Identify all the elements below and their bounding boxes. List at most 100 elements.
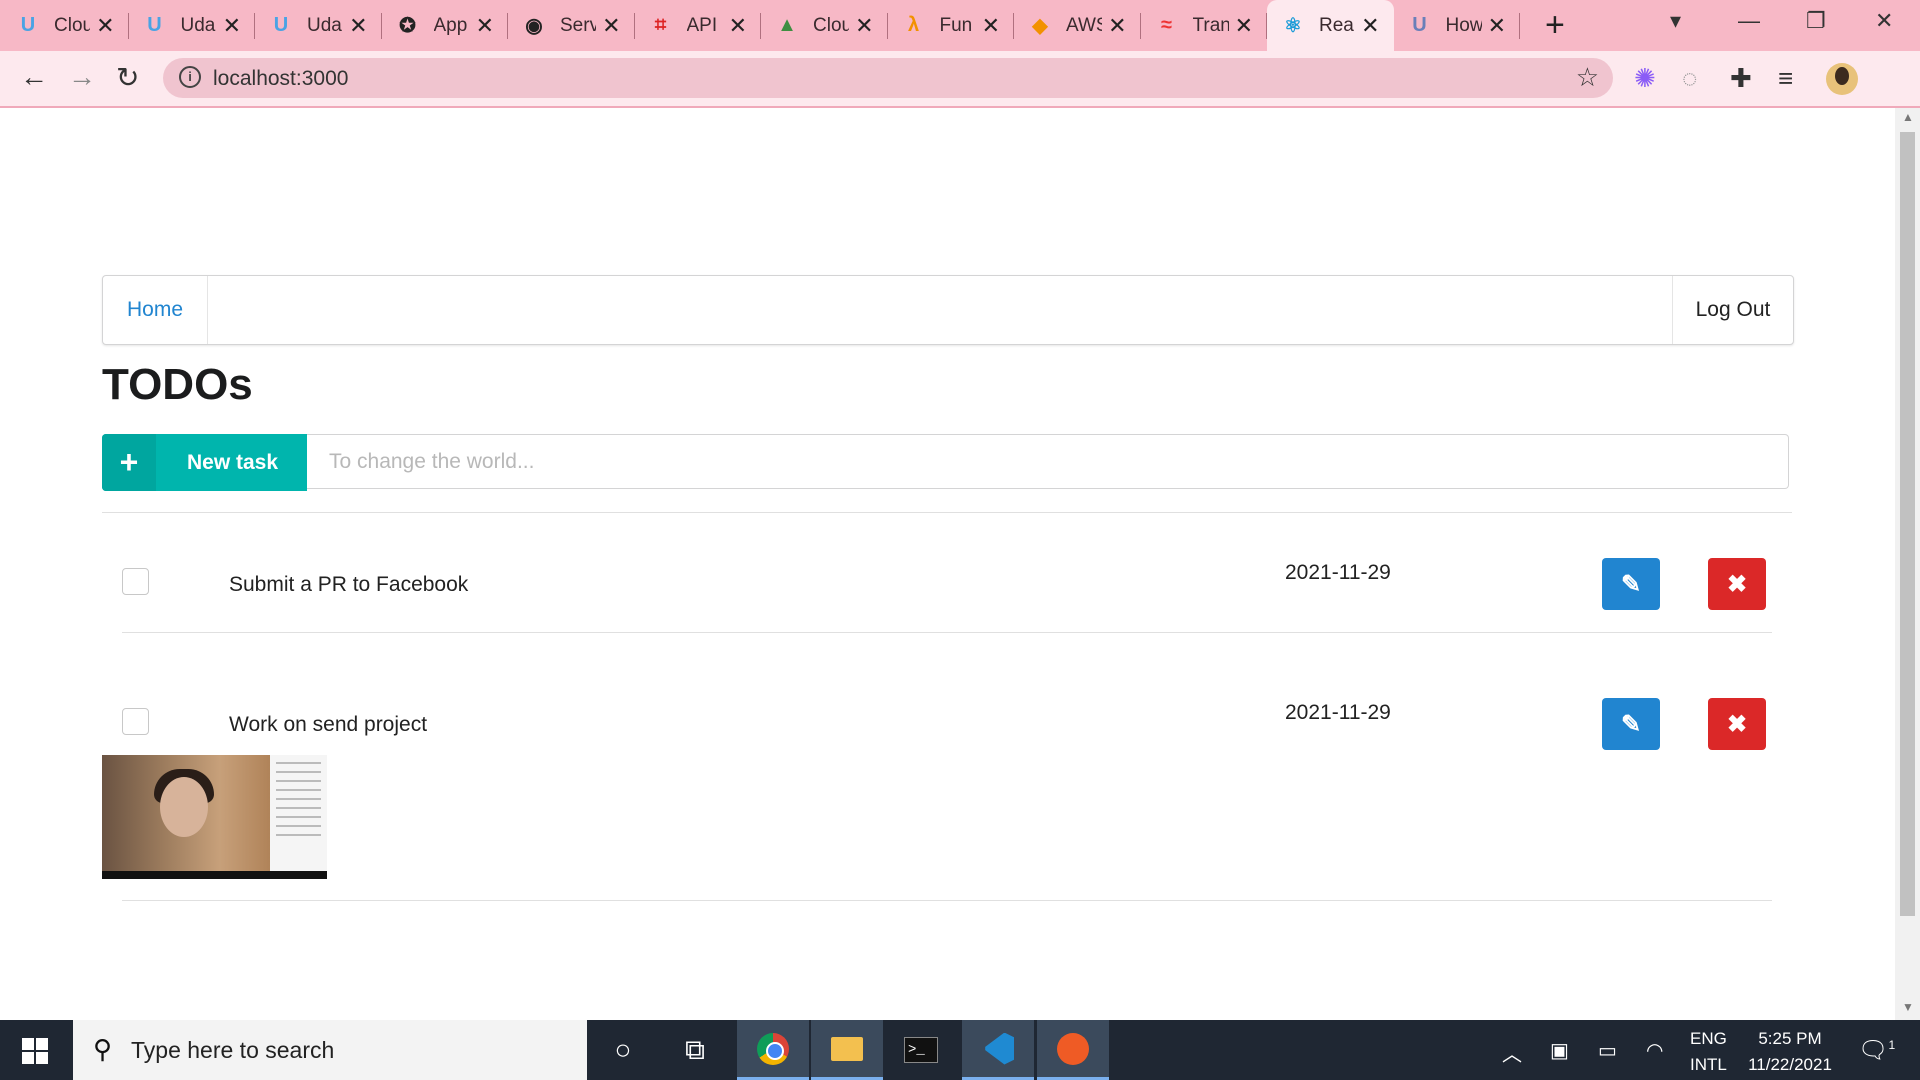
task-view-icon[interactable]: ⧉ [659, 1020, 731, 1080]
postman-icon[interactable] [1037, 1020, 1109, 1080]
puzzle-extensions-icon[interactable]: ✚ [1730, 63, 1752, 94]
browser-tab[interactable]: λ Fun ✕ [888, 0, 1014, 51]
tab-close-icon[interactable]: ✕ [349, 13, 367, 39]
app-icon: ✪ [399, 15, 416, 37]
extension-icon[interactable]: ◌ [1682, 63, 1697, 94]
todo-checkbox[interactable] [122, 708, 149, 735]
tab-title: Clou [54, 14, 90, 36]
notification-count: 1 [1888, 1038, 1896, 1052]
clock-time: 5:25 PM [1758, 1029, 1822, 1048]
browser-tab[interactable]: ◆ AWS ✕ [1014, 0, 1141, 51]
tab-close-icon[interactable]: ✕ [1108, 13, 1126, 39]
wifi-icon[interactable]: ◠ [1646, 1038, 1663, 1063]
page-title: TODOs [102, 360, 253, 409]
bookmark-star-icon[interactable]: ☆ [1576, 62, 1599, 93]
row-divider [122, 632, 1772, 633]
new-tab-button[interactable]: + [1545, 6, 1565, 45]
browser-tab[interactable]: U How ✕ [1394, 0, 1520, 51]
lang-code: ENG [1690, 1029, 1727, 1048]
transfer-icon: ≈ [1161, 14, 1172, 36]
address-bar[interactable]: i localhost:3000 ☆ [163, 58, 1613, 98]
clock-date: 11/22/2021 [1748, 1055, 1832, 1074]
back-icon[interactable]: ← [20, 61, 48, 93]
meet-now-icon[interactable]: ▣ [1550, 1038, 1569, 1063]
new-task-input[interactable] [307, 434, 1789, 489]
reload-icon[interactable]: ↻ [116, 61, 139, 94]
udacity-icon: U [147, 14, 162, 36]
lambda-icon: λ [907, 14, 920, 36]
tab-close-icon[interactable]: ✕ [223, 13, 241, 39]
browser-tab[interactable]: U Uda ✕ [255, 0, 382, 51]
new-task-button[interactable]: + New task [102, 434, 307, 491]
minimize-icon[interactable]: — [1738, 8, 1760, 34]
vscode-icon[interactable] [962, 1020, 1034, 1080]
pencil-icon: ✎ [1620, 570, 1642, 598]
tab-close-icon[interactable]: ✕ [855, 13, 873, 39]
clock[interactable]: 5:25 PM 11/22/2021 [1740, 1026, 1840, 1078]
udacity-icon: U [273, 14, 289, 36]
file-explorer-icon[interactable] [811, 1020, 883, 1080]
tab-close-icon[interactable]: ✕ [476, 13, 494, 39]
taskbar-search-input[interactable]: ⚲ Type here to search [73, 1020, 587, 1080]
tab-close-icon[interactable]: ✕ [602, 13, 620, 39]
tab-title: Clou [813, 14, 849, 36]
close-icon: ✖ [1726, 570, 1748, 598]
tab-close-icon[interactable]: ✕ [96, 13, 114, 39]
edit-button[interactable]: ✎ [1602, 558, 1660, 610]
api-icon: ⌗ [654, 14, 667, 36]
search-icon: ⚲ [93, 1034, 113, 1064]
tab-close-icon[interactable]: ✕ [729, 13, 747, 39]
cortana-icon[interactable]: ○ [587, 1020, 659, 1080]
scroll-down-icon[interactable]: ▼ [1902, 1000, 1914, 1014]
tab-close-icon[interactable]: ✕ [1361, 13, 1379, 39]
scrollbar-thumb[interactable] [1900, 132, 1915, 916]
delete-button[interactable]: ✖ [1708, 698, 1766, 750]
forward-icon[interactable]: → [68, 61, 96, 93]
tab-title: Tran [1192, 14, 1229, 36]
aws-box-icon: ◆ [1032, 15, 1048, 37]
home-link[interactable]: Home [103, 276, 208, 344]
avatar[interactable] [1826, 63, 1858, 95]
browser-tab[interactable]: U Uda ✕ [129, 0, 255, 51]
close-window-icon[interactable]: ✕ [1875, 8, 1893, 34]
notification-icon[interactable]: 🗨1 [1858, 1036, 1895, 1065]
language-indicator[interactable]: ENG INTL [1690, 1026, 1727, 1078]
tab-title: AWS [1066, 14, 1102, 36]
browser-tab[interactable]: ◉ Serv ✕ [508, 0, 635, 51]
browser-tab[interactable]: ⚛ Rea ✕ [1267, 0, 1394, 51]
browser-tab[interactable]: ✪ App ✕ [382, 0, 508, 51]
edit-button[interactable]: ✎ [1602, 698, 1660, 750]
scroll-up-icon[interactable]: ▲ [1902, 110, 1914, 124]
battery-icon[interactable]: ▭ [1598, 1038, 1617, 1063]
windows-start-icon[interactable] [22, 1038, 48, 1064]
media-control-icon[interactable]: ≡ [1778, 63, 1793, 94]
logout-button[interactable]: Log Out [1672, 276, 1793, 344]
todo-due-date: 2021-11-29 [1285, 561, 1391, 584]
url-text[interactable]: localhost:3000 [213, 67, 348, 91]
restore-icon[interactable]: ❐ [1806, 8, 1826, 34]
tab-close-icon[interactable]: ✕ [1235, 13, 1253, 39]
new-task-label: New task [187, 451, 279, 474]
browser-tab[interactable]: ≈ Tran ✕ [1141, 0, 1267, 51]
extension-icon[interactable]: ✺ [1634, 63, 1656, 94]
taskbar-search-placeholder: Type here to search [131, 1037, 335, 1063]
tab-search-icon[interactable]: ▾ [1670, 8, 1681, 34]
todo-name: Submit a PR to Facebook [229, 573, 469, 596]
todo-checkbox[interactable] [122, 568, 149, 595]
tray-chevron-icon[interactable]: ︿ [1502, 1038, 1522, 1067]
udacity-icon: U [20, 14, 36, 36]
browser-tab[interactable]: ▲ Clou ✕ [761, 0, 888, 51]
tab-close-icon[interactable]: ✕ [982, 13, 1000, 39]
tab-close-icon[interactable]: ✕ [1488, 13, 1506, 39]
tab-title: API [686, 14, 718, 36]
cloud-icon: ▲ [777, 14, 797, 36]
tab-title: Rea [1319, 14, 1354, 36]
browser-tab[interactable]: U Clou ✕ [2, 0, 129, 51]
browser-tab[interactable]: ⌗ API ✕ [635, 0, 761, 51]
delete-button[interactable]: ✖ [1708, 558, 1766, 610]
chrome-taskbar-icon[interactable] [737, 1020, 809, 1080]
terminal-icon[interactable]: >_ [885, 1020, 957, 1080]
scrollbar[interactable]: ▲ ▼ [1895, 108, 1920, 1020]
pencil-icon: ✎ [1620, 710, 1642, 738]
site-info-icon[interactable]: i [179, 66, 201, 88]
